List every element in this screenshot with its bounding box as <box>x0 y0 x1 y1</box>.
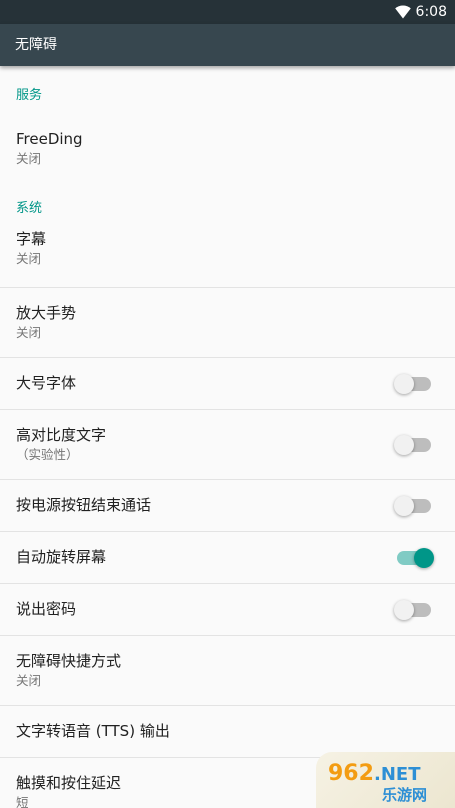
pref-title: 大号字体 <box>16 374 77 392</box>
switch-thumb <box>394 599 414 620</box>
pref-title: 说出密码 <box>16 600 77 618</box>
wifi-icon <box>395 5 411 19</box>
pref-title: 高对比度文字 <box>16 426 107 444</box>
pref-summary: 关闭 <box>16 325 42 340</box>
category-system: 系统 <box>0 184 455 218</box>
pref-power-ends-call[interactable]: 按电源按钮结束通话 <box>0 480 455 532</box>
status-bar: 6:08 <box>0 0 455 24</box>
pref-summary: 关闭 <box>16 673 42 688</box>
pref-speak-passwords[interactable]: 说出密码 <box>0 584 455 636</box>
svg-text:962: 962 <box>328 761 374 786</box>
page-title: 无障碍 <box>15 37 57 53</box>
category-header-system: 系统 <box>16 201 43 216</box>
svg-text:.NET: .NET <box>374 764 421 785</box>
pref-title: 触摸和按住延迟 <box>16 774 122 792</box>
large-text-switch[interactable] <box>394 373 431 395</box>
pref-captions[interactable]: 字幕 关闭 <box>0 218 455 288</box>
switch-thumb <box>394 373 414 394</box>
category-header-services: 服务 <box>16 88 43 103</box>
pref-summary: 短 <box>16 795 29 808</box>
pref-title: 无障碍快捷方式 <box>16 652 122 670</box>
switch-thumb <box>394 495 414 516</box>
pref-high-contrast[interactable]: 高对比度文字 （实验性） <box>0 410 455 480</box>
pref-magnification[interactable]: 放大手势 关闭 <box>0 288 455 358</box>
pref-title: 自动旋转屏幕 <box>16 548 107 566</box>
speak-passwords-switch[interactable] <box>394 599 431 621</box>
watermark-logo: 962 .NET 乐游网 <box>316 752 455 808</box>
pref-tts-output[interactable]: 文字转语音 (TTS) 输出 <box>0 706 455 758</box>
watermark-logo-icon: 962 .NET 乐游网 <box>328 761 427 804</box>
switch-thumb <box>414 547 434 568</box>
pref-summary: 关闭 <box>16 151 42 166</box>
power-ends-call-switch[interactable] <box>394 495 431 517</box>
pref-title: 字幕 <box>16 230 47 248</box>
auto-rotate-switch[interactable] <box>397 547 434 569</box>
pref-auto-rotate[interactable]: 自动旋转屏幕 <box>0 532 455 584</box>
pref-title: FreeDing <box>16 130 83 148</box>
status-time: 6:08 <box>415 4 447 20</box>
category-services: 服务 <box>0 66 455 114</box>
pref-summary: 关闭 <box>16 251 42 266</box>
pref-title: 放大手势 <box>16 304 77 322</box>
app-bar: 无障碍 <box>0 24 455 66</box>
pref-freeding[interactable]: FreeDing 关闭 <box>0 114 455 184</box>
pref-accessibility-shortcut[interactable]: 无障碍快捷方式 关闭 <box>0 636 455 706</box>
switch-thumb <box>394 434 414 455</box>
pref-title: 按电源按钮结束通话 <box>16 496 152 514</box>
pref-large-text[interactable]: 大号字体 <box>0 358 455 410</box>
svg-text:乐游网: 乐游网 <box>382 786 427 804</box>
high-contrast-switch[interactable] <box>394 434 431 456</box>
pref-summary: （实验性） <box>16 447 79 462</box>
pref-title: 文字转语音 (TTS) 输出 <box>16 722 170 740</box>
settings-list[interactable]: 服务 FreeDing 关闭 系统 字幕 关闭 放大手势 关闭 大号字体 高对比… <box>0 66 455 808</box>
